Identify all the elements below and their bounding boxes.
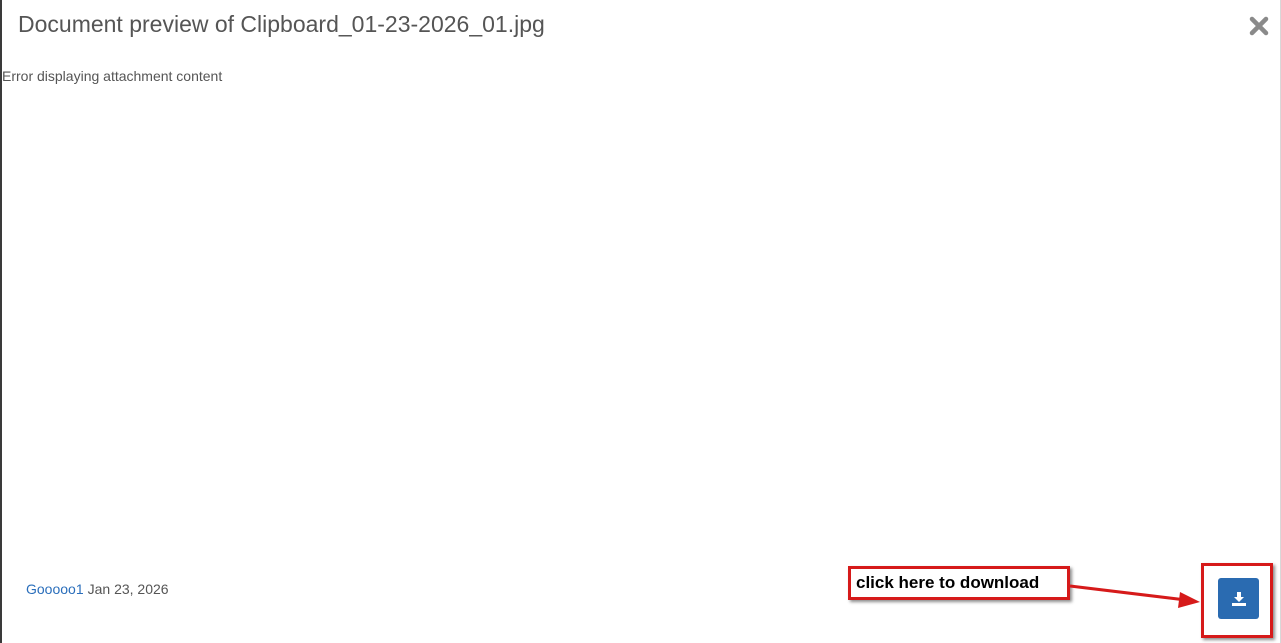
document-preview-dialog: Document preview of Clipboard_01-23-2026… <box>0 0 1281 643</box>
download-button[interactable] <box>1218 578 1259 619</box>
dialog-title: Document preview of Clipboard_01-23-2026… <box>18 11 545 37</box>
annotation-callout: click here to download <box>848 566 1070 600</box>
upload-date: Jan 23, 2026 <box>87 581 169 597</box>
uploader-link[interactable]: Gooooo1 <box>26 581 84 597</box>
download-icon <box>1231 591 1246 606</box>
annotation-callout-text: click here to download <box>856 573 1040 592</box>
close-button[interactable] <box>1248 15 1270 37</box>
window-left-border <box>0 0 2 643</box>
error-message: Error displaying attachment content <box>2 68 223 84</box>
close-icon <box>1249 16 1269 36</box>
annotation-arrow <box>1069 584 1200 608</box>
attachment-meta: Gooooo1 Jan 23, 2026 <box>26 581 169 597</box>
